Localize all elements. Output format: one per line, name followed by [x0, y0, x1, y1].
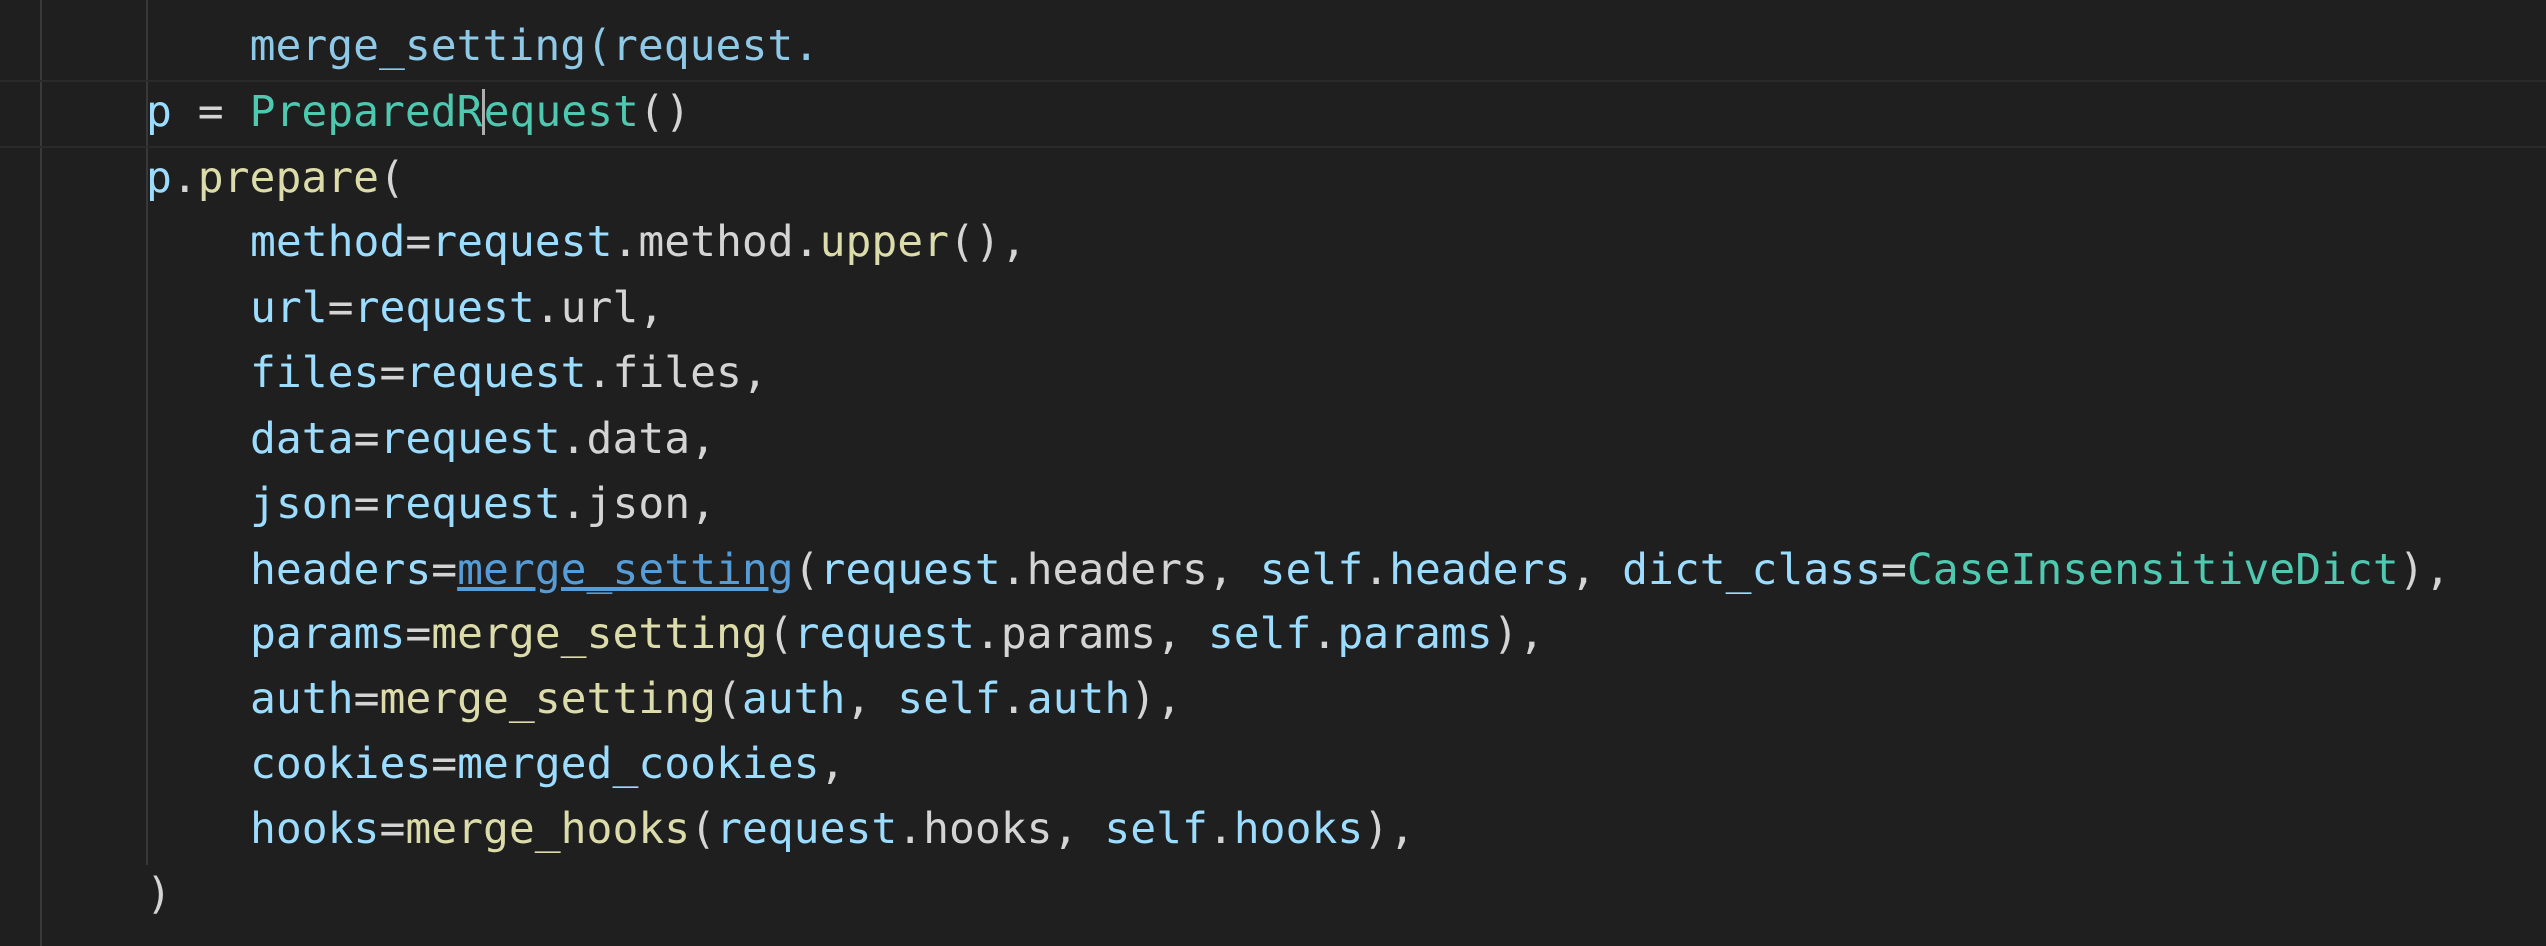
code-token: data	[250, 414, 354, 464]
code-token: params	[250, 609, 406, 659]
code-token: .files,	[586, 348, 768, 398]
code-line[interactable]: files=request.files,	[250, 343, 768, 403]
code-token: .headers,	[1000, 545, 1260, 595]
code-token: request	[405, 348, 587, 398]
code-token: request	[353, 283, 535, 333]
partial-line-text: merge_setting(request.	[249, 21, 820, 71]
code-token: =	[379, 348, 406, 398]
code-editor[interactable]: merge_setting(request. p = PreparedReque…	[0, 0, 2546, 946]
code-token: .url,	[534, 283, 665, 333]
code-token: merge_setting	[431, 609, 768, 659]
code-token: (),	[949, 217, 1027, 267]
code-token: =	[353, 414, 380, 464]
code-token: =	[327, 283, 354, 333]
code-line[interactable]: cookies=merged_cookies,	[250, 734, 845, 794]
code-line[interactable]: json=request.json,	[250, 474, 716, 534]
code-token: )	[146, 869, 172, 919]
code-token: request	[793, 609, 975, 659]
code-token: ,	[845, 674, 898, 724]
code-token: (	[767, 609, 794, 659]
code-line[interactable]: hooks=merge_hooks(request.hooks, self.ho…	[250, 799, 1415, 859]
code-token: hooks	[250, 804, 380, 854]
code-token: method	[250, 217, 406, 267]
code-token: ),	[1492, 609, 1545, 659]
partial-code-line: merge_setting(request.	[146, 0, 820, 71]
code-token: =	[171, 87, 250, 137]
code-line[interactable]: url=request.url,	[250, 278, 664, 338]
code-token: ),	[1130, 674, 1183, 724]
code-line[interactable]: headers=merge_setting(request.headers, s…	[250, 540, 2451, 600]
code-token: self	[1104, 804, 1208, 854]
code-token: PreparedR	[249, 87, 483, 137]
code-token: .data,	[560, 414, 717, 464]
code-line[interactable]: )	[146, 864, 172, 924]
code-token: CaseInsensitiveDict	[1906, 545, 2399, 595]
code-token: cookies	[250, 739, 432, 789]
code-token: .	[171, 153, 198, 203]
code-token: params	[1337, 609, 1493, 659]
code-line[interactable]: params=merge_setting(request.params, sel…	[250, 604, 1544, 664]
code-token: self	[897, 674, 1001, 724]
code-token: merge_setting	[379, 674, 716, 724]
code-token: ,	[1570, 545, 1623, 595]
code-token: auth	[250, 674, 354, 724]
code-link[interactable]: merge_setting	[457, 545, 794, 595]
code-token: =	[431, 739, 458, 789]
code-token: request	[431, 217, 613, 267]
code-token: request	[819, 545, 1001, 595]
code-token: =	[353, 674, 380, 724]
code-token: .	[1311, 609, 1338, 659]
code-token: .params,	[974, 609, 1208, 659]
code-token: p	[146, 153, 172, 203]
code-token: (	[716, 674, 742, 724]
code-token: headers	[1389, 545, 1571, 595]
code-token: =	[405, 609, 432, 659]
code-token: request	[379, 479, 561, 529]
code-token: self	[1207, 609, 1312, 659]
code-token: (	[379, 153, 405, 203]
code-token: url	[250, 283, 328, 333]
code-line[interactable]: auth=merge_setting(auth, self.auth),	[250, 669, 1182, 729]
code-token: ()	[638, 87, 691, 137]
code-token: files	[250, 348, 380, 398]
code-token: .	[1000, 674, 1027, 724]
code-token: upper	[819, 217, 950, 267]
code-token: .	[1207, 804, 1234, 854]
code-token: headers	[250, 545, 432, 595]
code-token: request	[379, 414, 561, 464]
code-token: .json,	[560, 479, 717, 529]
code-token: (	[690, 804, 717, 854]
code-token: .method.	[612, 217, 820, 267]
text-cursor	[481, 88, 485, 135]
code-token: .hooks,	[897, 804, 1105, 854]
code-line[interactable]: method=request.method.upper(),	[250, 212, 1027, 272]
code-token: ,	[819, 739, 846, 789]
code-token: auth	[741, 674, 846, 724]
code-token: (	[793, 545, 820, 595]
code-line[interactable]: p = PreparedRequest()	[146, 82, 691, 142]
code-token: p	[146, 87, 172, 137]
code-token: equest	[483, 87, 639, 137]
code-token: =	[1881, 545, 1907, 595]
code-token: =	[353, 479, 380, 529]
code-token: .	[1363, 545, 1390, 595]
code-token: hooks	[1233, 804, 1364, 854]
code-token: ),	[2398, 545, 2451, 595]
code-token: ),	[1363, 804, 1416, 854]
code-token: request	[716, 804, 898, 854]
code-token: =	[379, 804, 406, 854]
code-token: =	[405, 217, 432, 267]
code-line[interactable]: data=request.data,	[250, 409, 716, 469]
code-line[interactable]: p.prepare(	[146, 148, 405, 208]
code-token: merged_cookies	[457, 739, 820, 789]
code-token: dict_class	[1622, 545, 1881, 595]
code-token: json	[250, 479, 354, 529]
code-token: =	[431, 545, 458, 595]
code-token: self	[1259, 545, 1364, 595]
code-token: merge_hooks	[405, 804, 691, 854]
code-token: prepare	[197, 153, 379, 203]
code-token: auth	[1026, 674, 1131, 724]
